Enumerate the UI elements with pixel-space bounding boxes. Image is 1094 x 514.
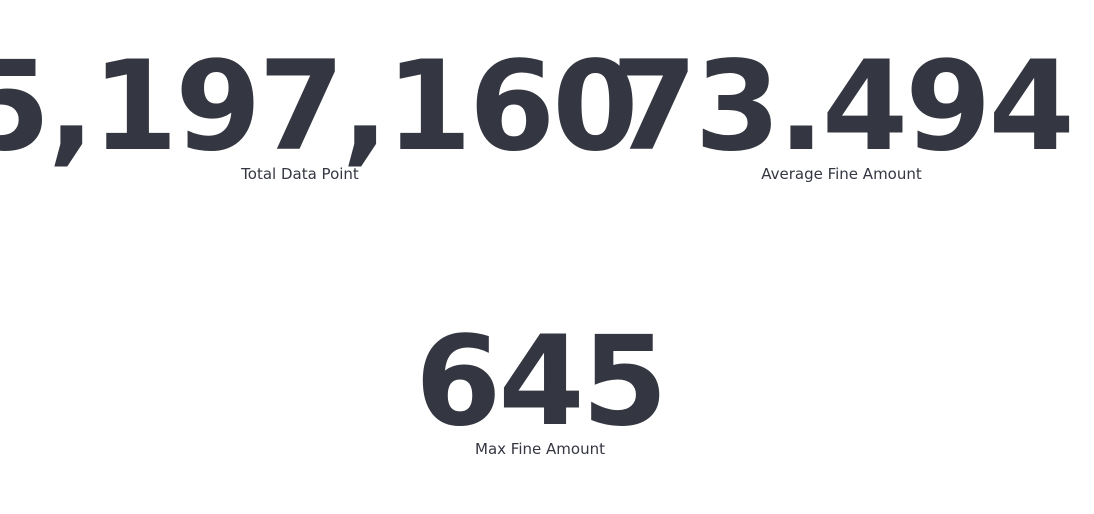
metric-average-fine-amount: 73.494 Average Fine Amount [600,45,1083,183]
metric-value: 645 [415,310,668,454]
metric-value: 73.494 [611,35,1075,179]
metric-max-fine-amount: 645 Max Fine Amount [340,320,740,458]
metric-label: Max Fine Amount [475,440,605,458]
metric-label: Total Data Point [241,165,359,183]
metric-value: 5,197,160 [0,35,639,179]
metric-total-data-point: 5,197,160 Total Data Point [0,45,639,183]
metric-label: Average Fine Amount [761,165,922,183]
